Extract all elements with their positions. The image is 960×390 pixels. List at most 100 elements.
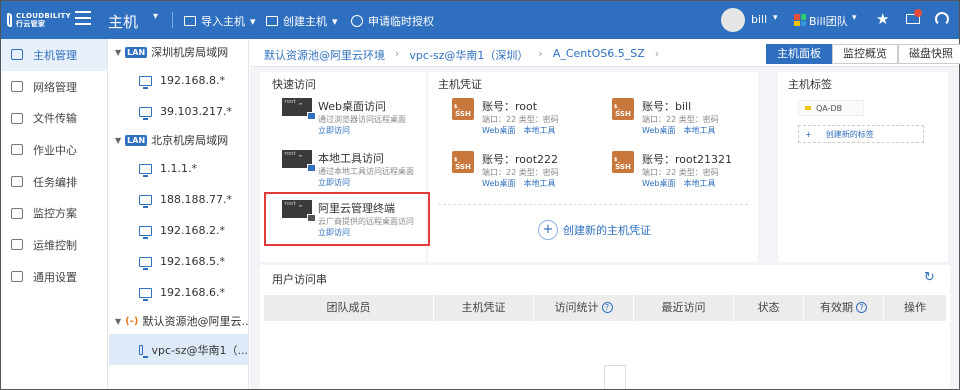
tree-host[interactable]: 39.103.217.* [109, 96, 248, 127]
chevron-down-icon[interactable]: ▾ [773, 13, 778, 23]
cloud-logo-icon [7, 13, 13, 27]
nav-item-network[interactable]: 网络管理 [1, 71, 107, 103]
chevron-right-icon: › [654, 47, 660, 60]
quick-access-item[interactable]: root ▁ 本地工具访问 通过本地工具访问远程桌面 立即访问 [282, 150, 414, 188]
create-tag-button[interactable]: + 创建新的标签 [798, 125, 924, 143]
tags-title: 主机标签 [788, 78, 832, 91]
help-icon[interactable]: ? [601, 302, 613, 313]
monitor-icon [139, 344, 150, 358]
quick-access-title: 快速访问 [272, 78, 316, 91]
refresh-icon[interactable]: ↻ [924, 270, 935, 285]
ssh-icon: $_ SSH [452, 151, 474, 173]
highlight-box [264, 192, 430, 246]
web-desktop-link[interactable]: Web桌面 [642, 125, 675, 136]
chevron-down-icon[interactable]: ▾ [852, 13, 857, 23]
monitor-icon [139, 287, 152, 301]
menu-icon[interactable] [75, 11, 91, 25]
tree-group[interactable]: ▼ (-) 默认资源池@阿里云... [109, 308, 248, 334]
empty-state-icon [604, 365, 626, 389]
create-credential-button[interactable]: + 创建新的主机凭证 [538, 220, 651, 240]
monitor-icon [139, 106, 152, 120]
create-host-button[interactable]: 创建主机 ▾ [266, 13, 338, 29]
ssh-icon: $_ SSH [612, 151, 634, 173]
tab-host-panel[interactable]: 主机面板 [766, 44, 832, 64]
monitor-icon [139, 75, 152, 89]
web-desktop-link[interactable]: Web桌面 [642, 178, 675, 189]
web-desktop-link[interactable]: Web桌面 [482, 178, 515, 189]
tree-group-label: 北京机房局域网 [151, 134, 229, 147]
tree-host[interactable]: 1.1.1.* [109, 153, 248, 184]
breadcrumb-item[interactable]: 默认资源池@阿里云环境 [264, 47, 385, 63]
local-tool-link[interactable]: 本地工具 [683, 125, 715, 136]
web-desktop-link[interactable]: Web桌面 [482, 125, 515, 136]
file-transfer-icon [11, 112, 23, 124]
nav-item-settings[interactable]: 通用设置 [1, 261, 107, 293]
logo-text: CLOUDBILITY [16, 12, 71, 20]
nav-item-ops-control[interactable]: 运维控制 [1, 229, 107, 261]
ssh-icon: $_ SSH [612, 98, 634, 120]
tree-group[interactable]: ▼ LAN 北京机房局域网 [109, 127, 248, 153]
monitoring-icon [11, 207, 23, 219]
chevron-down-icon[interactable]: ▼ [115, 136, 121, 145]
access-now-link[interactable]: 立即访问 [318, 125, 406, 136]
breadcrumb: 默认资源池@阿里云环境 › vpc-sz@华南1（深圳） › A_CentOS6… [264, 47, 659, 63]
monitor-icon [139, 163, 152, 177]
tree-host[interactable]: 192.168.8.* [109, 65, 248, 96]
column-header: 有效期? [804, 295, 884, 321]
tree-host[interactable]: 192.168.5.* [109, 246, 248, 277]
tag-chip[interactable]: QA-DB [798, 100, 864, 116]
nav-item-monitoring[interactable]: 监控方案 [1, 197, 107, 229]
help-icon[interactable]: ? [856, 302, 867, 313]
breadcrumb-item[interactable]: A_CentOS6.5_SZ [553, 47, 645, 63]
terminal-icon: root ▁ [282, 98, 316, 120]
access-log-panel: 用户访问串 ↻ 团队成员 主机凭证 访问统计? 最近访问 状态 有效期? 操作 [260, 265, 950, 389]
ssh-icon: $_ SSH [452, 98, 474, 120]
chevron-down-icon: ▾ [250, 14, 256, 28]
tree-host-selected[interactable]: vpc-sz@华南1（... [109, 334, 248, 365]
local-tool-link[interactable]: 本地工具 [523, 178, 555, 189]
chevron-down-icon[interactable]: ▼ [115, 48, 121, 57]
monitor-icon [11, 49, 23, 61]
nav-item-task[interactable]: 任务编排 [1, 166, 107, 198]
tab-disk-snapshot[interactable]: 磁盘快照 [898, 44, 960, 64]
access-now-link[interactable]: 立即访问 [318, 177, 414, 188]
import-host-button[interactable]: 导入主机 ▾ [184, 13, 256, 29]
local-tool-link[interactable]: 本地工具 [523, 125, 555, 136]
star-icon[interactable]: ★ [876, 10, 889, 28]
tree-group[interactable]: ▼ LAN 深圳机房局域网 [109, 39, 248, 65]
tree-host[interactable]: 188.188.77.* [109, 184, 248, 215]
local-tool-link[interactable]: 本地工具 [683, 178, 715, 189]
nav-item-file-transfer[interactable]: 文件传输 [1, 102, 107, 134]
chevron-down-icon[interactable]: ▼ [115, 317, 121, 326]
view-tabs: 主机面板 监控概览 磁盘快照 [766, 44, 960, 64]
user-name[interactable]: bill [751, 13, 767, 26]
team-name[interactable]: Bill团队 [809, 13, 848, 29]
quick-access-item[interactable]: root ▁ Web桌面访问 通过浏览器访问远程桌面 立即访问 [282, 98, 406, 136]
logo[interactable]: CLOUDBILITY 行云管家 [1, 1, 71, 39]
monitor-icon [139, 194, 152, 208]
column-header: 最近访问 [634, 295, 734, 321]
credential-card: $_ SSH 账号：root 端口：22 类型：密码 Web桌面 本地工具 [452, 98, 559, 136]
tree-host[interactable]: 192.168.2.* [109, 215, 248, 246]
credentials-title: 主机凭证 [438, 78, 482, 91]
chevron-down-icon[interactable]: ▾ [153, 11, 158, 22]
tree-host[interactable]: 192.168.6.* [109, 277, 248, 308]
chevron-right-icon: › [538, 47, 543, 60]
breadcrumb-bar: 默认资源池@阿里云环境 › vpc-sz@华南1（深圳） › A_CentOS6… [250, 39, 960, 67]
avatar[interactable] [721, 8, 745, 32]
tab-monitor-overview[interactable]: 监控概览 [832, 44, 898, 64]
host-tree: ▼ LAN 深圳机房局域网 192.168.8.* 39.103.217.* ▼… [109, 39, 249, 389]
nav-item-host-management[interactable]: 主机管理 [1, 39, 107, 71]
ops-control-icon [11, 239, 23, 251]
request-temp-auth-button[interactable]: 申请临时授权 [351, 13, 434, 29]
headset-icon[interactable] [935, 12, 949, 26]
breadcrumb-item[interactable]: vpc-sz@华南1（深圳） [409, 47, 528, 63]
plus-icon: + [538, 220, 558, 240]
nav-item-job-center[interactable]: 作业中心 [1, 134, 107, 166]
chevron-down-icon: ▾ [332, 14, 338, 28]
lan-badge: LAN [125, 46, 148, 58]
left-nav: 主机管理 网络管理 文件传输 作业中心 任务编排 监控方案 运维控制 通用设置 [1, 39, 108, 389]
import-icon [184, 16, 196, 26]
page-title[interactable]: 主机 [108, 11, 138, 32]
credential-card: $_ SSH 账号：root21321 端口：22 类型：密码 Web桌面 本地工具 [612, 151, 733, 189]
